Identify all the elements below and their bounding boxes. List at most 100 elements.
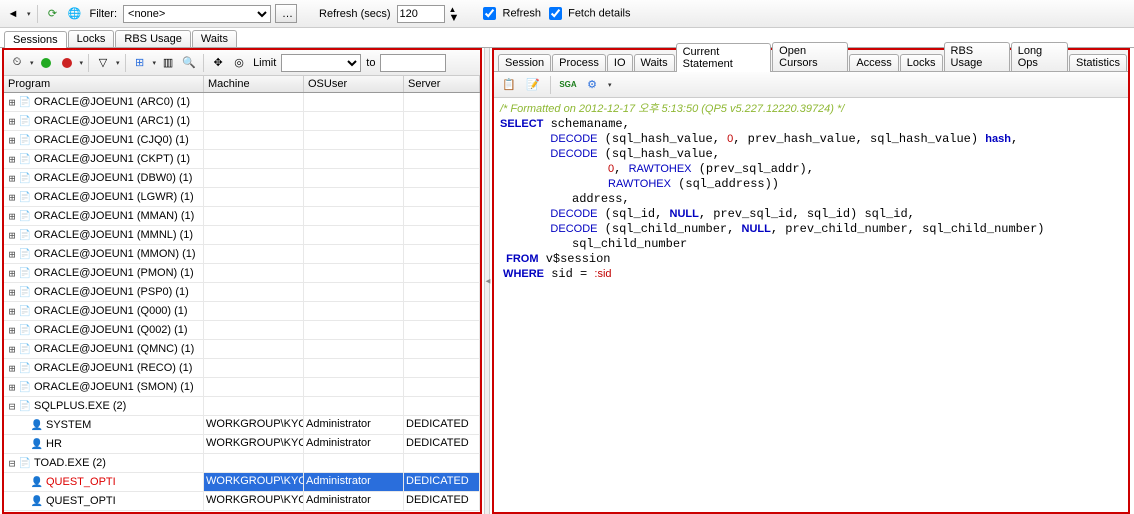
table-row[interactable]: ⊞📄ORACLE@JOEUN1 (Q000) (1) [4, 302, 480, 321]
refresh-secs-input[interactable] [397, 5, 445, 23]
expander-icon[interactable]: ⊞ [6, 322, 18, 339]
expander-icon[interactable]: ⊞ [6, 189, 18, 206]
main-tab-waits[interactable]: Waits [192, 30, 237, 47]
table-row[interactable]: ⊟📄TOAD.EXE (2) [4, 454, 480, 473]
expander-icon[interactable]: ⊞ [6, 303, 18, 320]
col-machine[interactable]: Machine [204, 76, 304, 92]
expander-icon[interactable]: ⊞ [6, 379, 18, 396]
fetch-details-checkbox[interactable]: Fetch details [545, 4, 630, 23]
group-icon[interactable]: ⊞ [131, 54, 149, 72]
table-row[interactable]: ⊞📄ORACLE@JOEUN1 (CKPT) (1) [4, 150, 480, 169]
table-row[interactable]: ⊞📄ORACLE@JOEUN1 (MMAN) (1) [4, 207, 480, 226]
grid-body[interactable]: ⊞📄ORACLE@JOEUN1 (ARC0) (1)⊞📄ORACLE@JOEUN… [4, 93, 480, 512]
table-row[interactable]: ⊞📄ORACLE@JOEUN1 (PSP0) (1) [4, 283, 480, 302]
expander-icon[interactable]: ⊞ [6, 360, 18, 377]
document-icon: 📄 [18, 132, 32, 149]
table-row[interactable]: ⊞📄ORACLE@JOEUN1 (LGWR) (1) [4, 188, 480, 207]
expander-icon[interactable]: ⊞ [6, 132, 18, 149]
expander-icon[interactable]: ⊞ [6, 246, 18, 263]
expander-icon[interactable]: ⊞ [6, 208, 18, 225]
detail-tab-io[interactable]: IO [607, 54, 633, 71]
table-row[interactable]: ⊞📄ORACLE@JOEUN1 (Q002) (1) [4, 321, 480, 340]
main-tab-rbs-usage[interactable]: RBS Usage [115, 30, 190, 47]
table-row[interactable]: ⊞📄ORACLE@JOEUN1 (SMON) (1) [4, 378, 480, 397]
expander-icon[interactable]: ⊞ [6, 94, 18, 111]
document-icon: 📄 [18, 227, 32, 244]
col-osuser[interactable]: OSUser [304, 76, 404, 92]
document-icon: 📄 [18, 398, 32, 415]
splitter[interactable] [484, 48, 490, 514]
filter-select[interactable]: <none> [123, 5, 271, 23]
main-tab-sessions[interactable]: Sessions [4, 31, 67, 48]
server-cell [404, 359, 480, 377]
start-icon[interactable] [37, 54, 55, 72]
detail-tab-statistics[interactable]: Statistics [1069, 54, 1127, 71]
detail-tab-access[interactable]: Access [849, 54, 898, 71]
expander-icon[interactable]: ⊟ [6, 398, 18, 415]
expander-icon[interactable]: ⊞ [6, 284, 18, 301]
sga-icon[interactable]: SGA [559, 76, 577, 94]
expander-icon[interactable]: ⊞ [6, 341, 18, 358]
table-row[interactable]: ⊞📄ORACLE@JOEUN1 (CJQ0) (1) [4, 131, 480, 150]
table-row[interactable]: 👤HRWORKGROUP\KYCAdministratorDEDICATED [4, 435, 480, 454]
detail-tab-long-ops[interactable]: Long Ops [1011, 42, 1068, 71]
col-program[interactable]: Program [4, 76, 204, 92]
spin-up-icon[interactable]: ▲▼ [449, 6, 460, 22]
program-cell: ORACLE@JOEUN1 (ARC0) (1) [32, 94, 190, 111]
detail-tab-process[interactable]: Process [552, 54, 606, 71]
refresh-icon[interactable]: ⟳ [44, 5, 62, 23]
table-row[interactable]: ⊞📄ORACLE@JOEUN1 (MMON) (1) [4, 245, 480, 264]
expander-icon[interactable] [6, 436, 18, 453]
expander-icon[interactable] [6, 474, 18, 491]
table-row[interactable]: 👤QUEST_OPTIWORKGROUP\KYCAdministratorDED… [4, 473, 480, 492]
osuser-cell [304, 264, 404, 282]
program-cell: ORACLE@JOEUN1 (CKPT) (1) [32, 151, 190, 168]
expander-icon[interactable]: ⊞ [6, 227, 18, 244]
table-row[interactable]: ⊞📄ORACLE@JOEUN1 (RECO) (1) [4, 359, 480, 378]
expander-icon[interactable]: ⊞ [6, 151, 18, 168]
table-row[interactable]: ⊞📄ORACLE@JOEUN1 (ARC1) (1) [4, 112, 480, 131]
limit-to-input[interactable] [380, 54, 446, 72]
clipboard-icon[interactable]: 📋 [500, 76, 518, 94]
table-row[interactable]: 👤SYSTEMWORKGROUP\KYCAdministratorDEDICAT… [4, 416, 480, 435]
table-row[interactable]: ⊞📄ORACLE@JOEUN1 (MMNL) (1) [4, 226, 480, 245]
detail-tab-current-statement[interactable]: Current Statement [676, 43, 772, 72]
expander-icon[interactable]: ⊟ [6, 455, 18, 472]
table-row[interactable]: ⊟📄SQLPLUS.EXE (2) [4, 397, 480, 416]
sql-pane[interactable]: /* Formatted on 2012-12-17 오후 5:13:50 (Q… [494, 98, 1128, 512]
nav-back-icon[interactable]: ◄ [4, 5, 22, 23]
detail-tab-rbs-usage[interactable]: RBS Usage [944, 42, 1010, 71]
table-row[interactable]: 👤QUEST_OPTIWORKGROUP\KYCAdministratorDED… [4, 492, 480, 511]
expander-icon[interactable]: ⊞ [6, 170, 18, 187]
funnel-icon[interactable]: ▽ [94, 54, 112, 72]
crosshair-icon[interactable]: ✥ [209, 54, 227, 72]
main-tab-locks[interactable]: Locks [68, 30, 115, 47]
expander-icon[interactable] [6, 493, 18, 510]
expander-icon[interactable]: ⊞ [6, 265, 18, 282]
edit-icon[interactable]: 📝 [524, 76, 542, 94]
refresh-checkbox[interactable]: Refresh [479, 4, 541, 23]
detail-tab-session[interactable]: Session [498, 54, 551, 71]
zoom-icon[interactable]: 🔍 [180, 54, 198, 72]
columns-icon[interactable]: ▥ [159, 54, 177, 72]
program-cell: ORACLE@JOEUN1 (LGWR) (1) [32, 189, 194, 206]
filter-ellipsis-button[interactable]: … [275, 4, 297, 23]
snap-icon[interactable]: ◎ [230, 54, 248, 72]
stop-icon[interactable] [58, 54, 76, 72]
col-server[interactable]: Server [404, 76, 480, 92]
clock-icon[interactable]: ⏲ [8, 54, 26, 72]
machine-cell: WORKGROUP\KYC [204, 473, 304, 491]
detail-tab-locks[interactable]: Locks [900, 54, 943, 71]
table-row[interactable]: ⊞📄ORACLE@JOEUN1 (QMNC) (1) [4, 340, 480, 359]
expander-icon[interactable] [6, 417, 18, 434]
table-row[interactable]: ⊞📄ORACLE@JOEUN1 (PMON) (1) [4, 264, 480, 283]
detail-tab-open-cursors[interactable]: Open Cursors [772, 42, 848, 71]
server-cell [404, 321, 480, 339]
detail-tab-waits[interactable]: Waits [634, 54, 675, 71]
table-row[interactable]: ⊞📄ORACLE@JOEUN1 (ARC0) (1) [4, 93, 480, 112]
tune-icon[interactable]: ⚙ [583, 76, 601, 94]
limit-from-select[interactable] [281, 54, 361, 72]
globe-icon[interactable]: 🌐 [66, 5, 84, 23]
table-row[interactable]: ⊞📄ORACLE@JOEUN1 (DBW0) (1) [4, 169, 480, 188]
expander-icon[interactable]: ⊞ [6, 113, 18, 130]
